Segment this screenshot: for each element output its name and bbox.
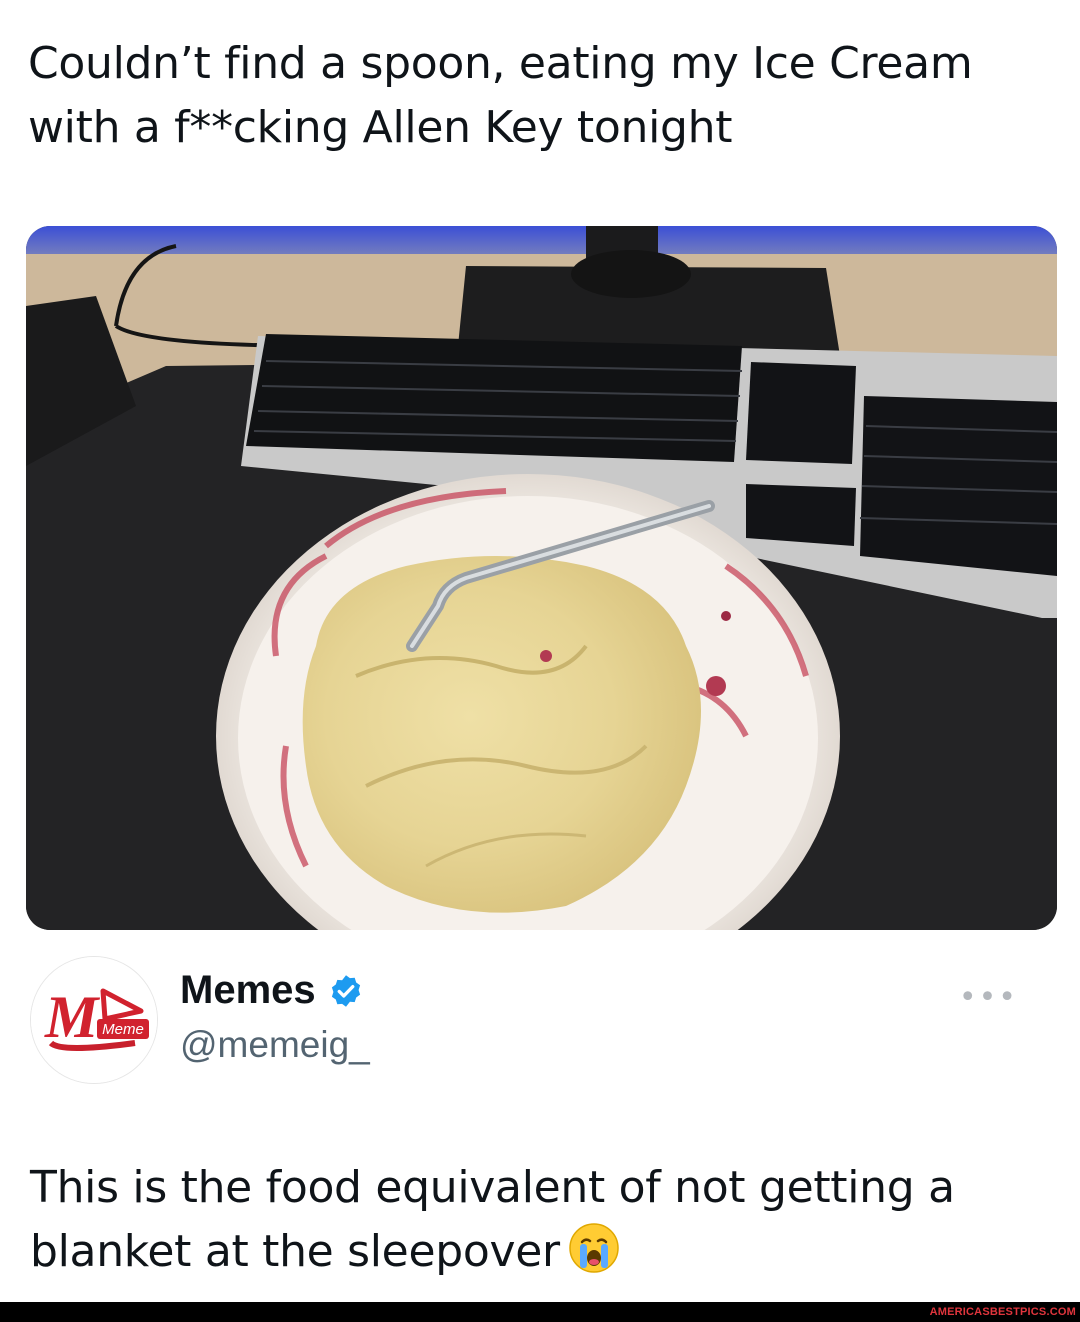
post-text: This is the food equivalent of not getti… [30,1156,1050,1284]
post-text-line-1: This is the food equivalent of not getti… [30,1162,955,1213]
svg-text:M: M [44,984,101,1050]
crying-face-icon [569,1223,619,1273]
author-name[interactable]: Memes [180,968,316,1013]
svg-text:Meme: Meme [102,1021,144,1038]
author-handle[interactable]: @memeig_ [180,1024,370,1066]
post-photo[interactable] [26,226,1057,930]
watermark: AMERICASBESTPICS.COM [929,1306,1076,1318]
author-row: M Meme Memes @memeig_ ••• [30,956,1060,1086]
author-name-row: Memes [180,968,364,1013]
verified-badge-icon [331,974,360,1007]
post-text-line-2: blanket at the sleepover [30,1220,1050,1284]
ice-cream-photo-icon [26,226,1057,930]
post-caption: Couldn’t find a spoon, eating my Ice Cre… [28,32,1048,160]
footer-bar [0,1302,1080,1322]
caption-line-2: with a f**cking Allen Key tonight [28,102,733,153]
more-options-icon[interactable]: ••• [959,980,1018,1015]
avatar[interactable]: M Meme [30,956,158,1084]
meme-logo-icon: M Meme [31,957,157,1083]
caption-line-1: Couldn’t find a spoon, eating my Ice Cre… [28,38,973,89]
post-text-line-2-label: blanket at the sleepover [30,1226,560,1277]
